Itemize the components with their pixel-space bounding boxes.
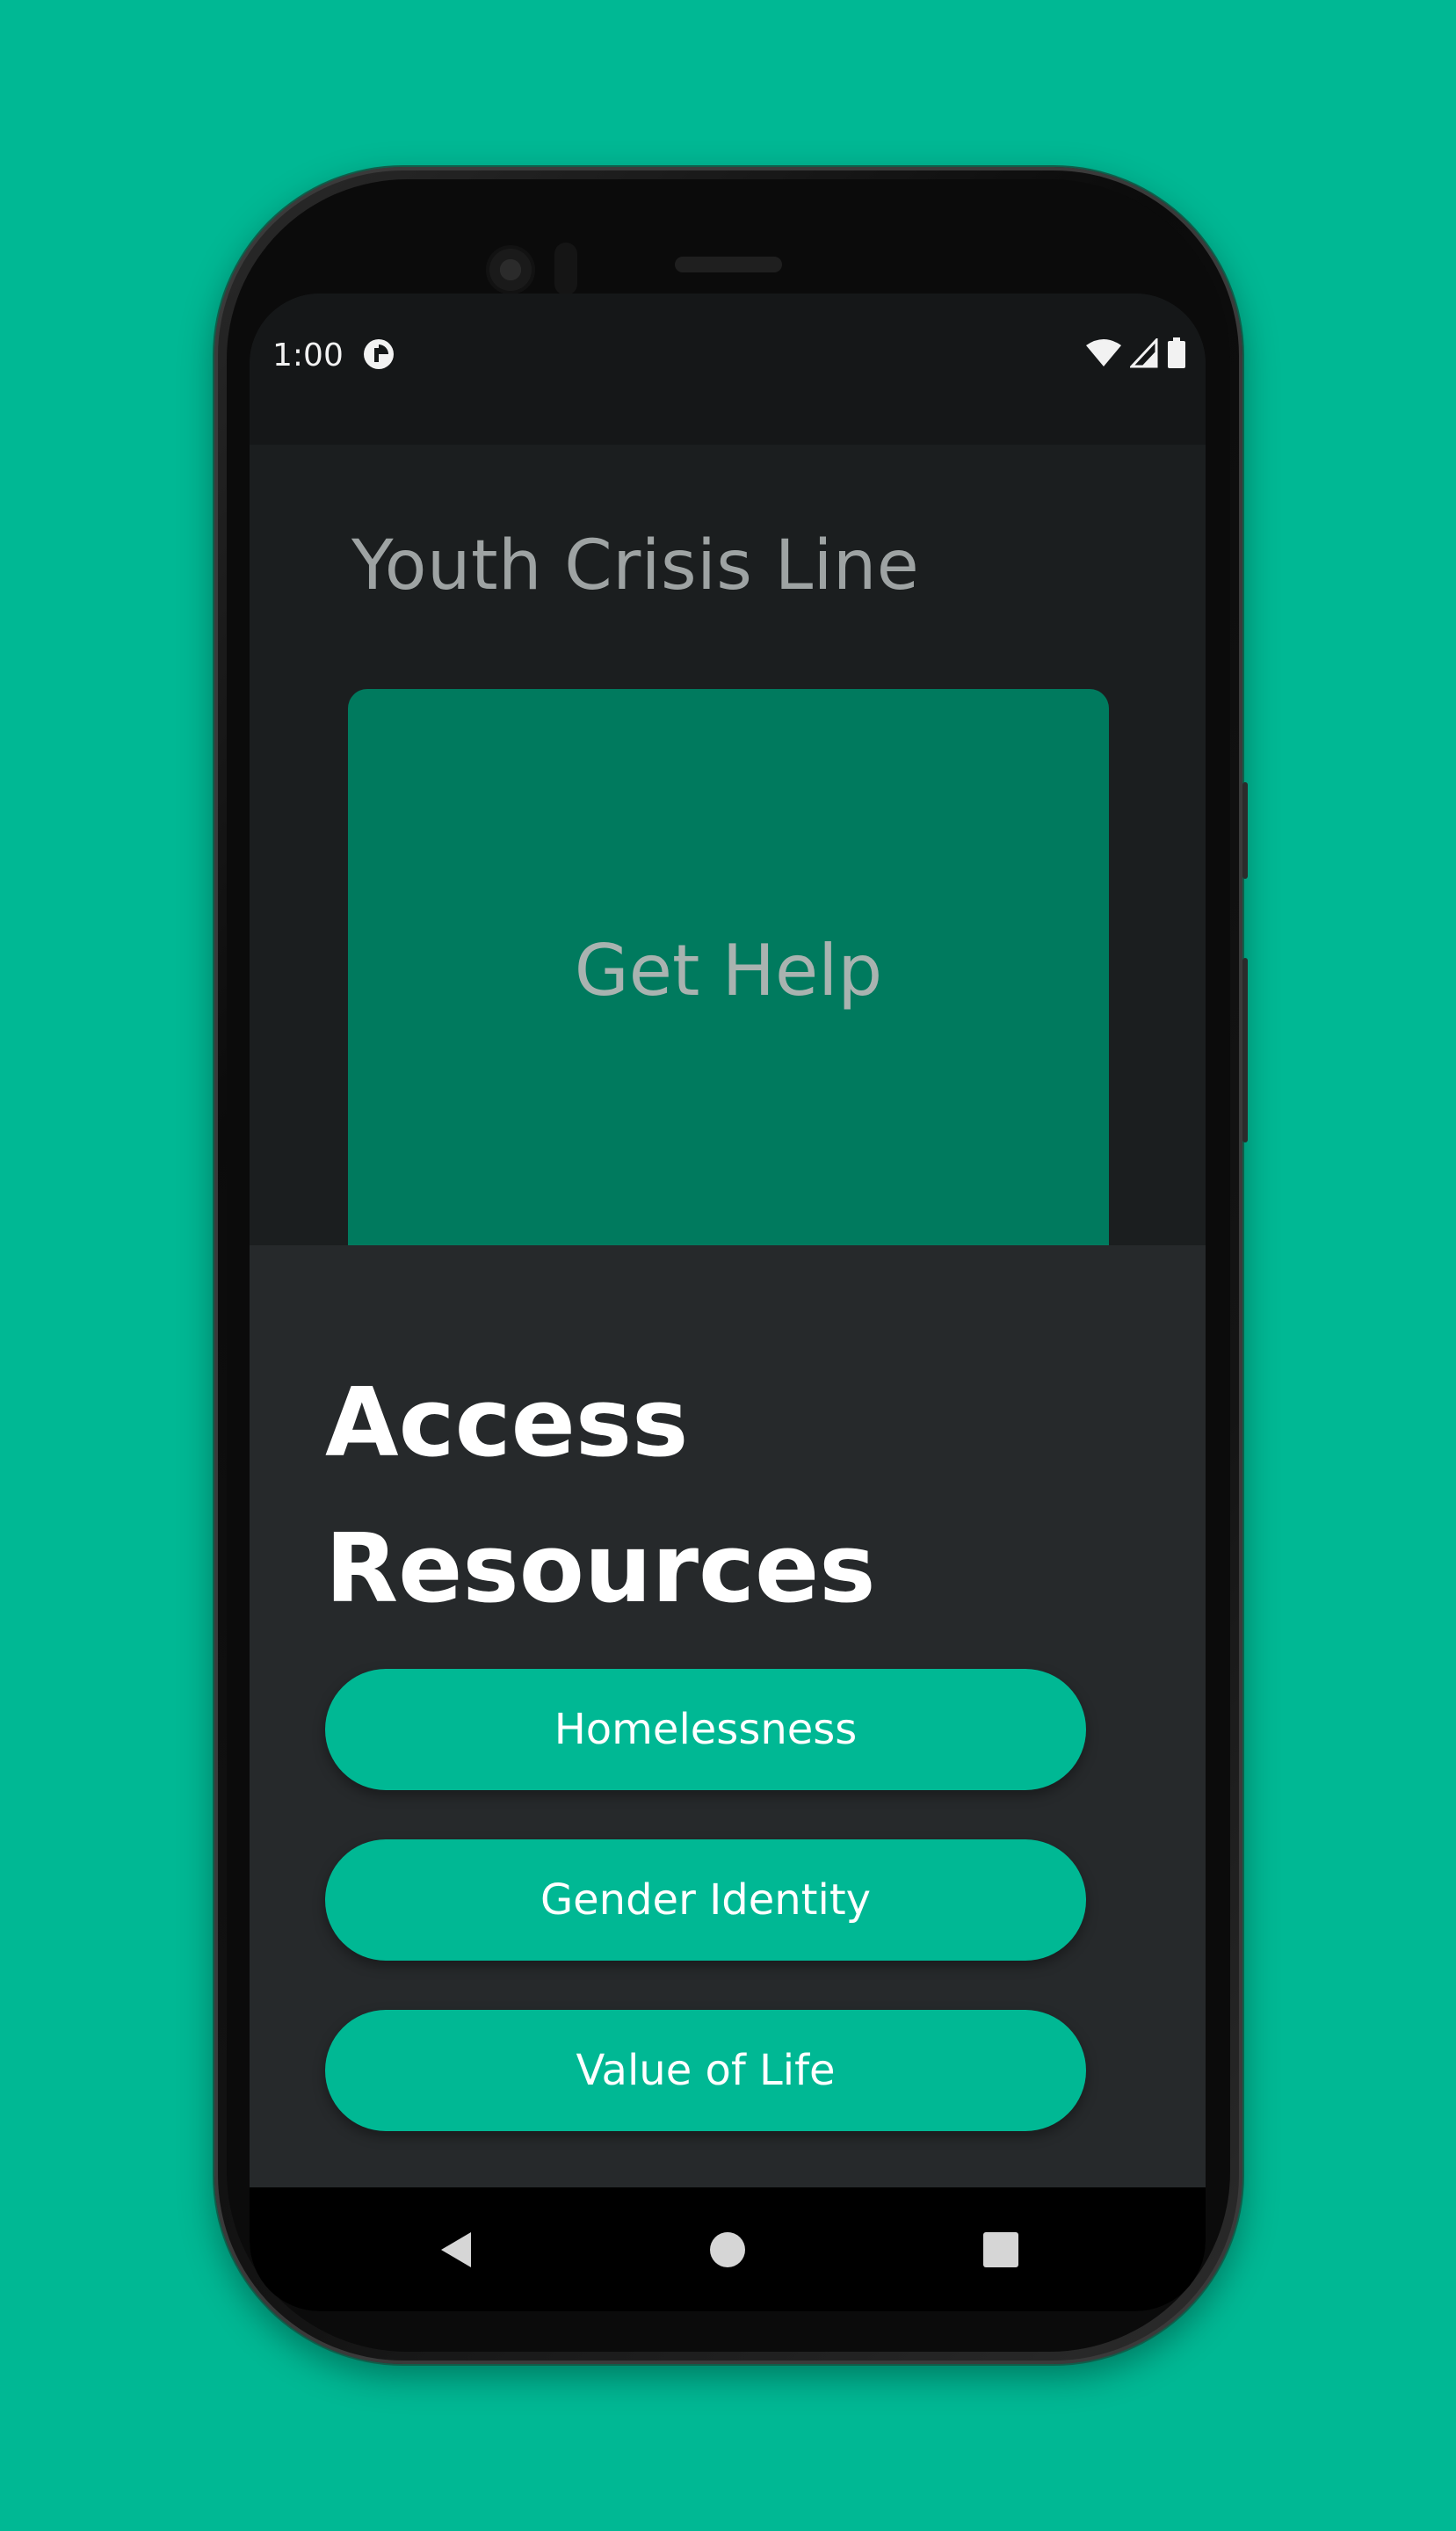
side-button-top — [1242, 782, 1248, 879]
value-of-life-label: Value of Life — [576, 2046, 836, 2095]
gender-identity-button[interactable]: Gender Identity — [325, 1839, 1086, 1961]
proximity-sensor — [554, 243, 577, 295]
navigation-bar — [250, 2187, 1206, 2311]
status-bar: 1:00 — [250, 294, 1206, 445]
status-time: 1:00 — [272, 337, 344, 373]
cell-signal-icon — [1130, 338, 1158, 368]
homelessness-label: Homelessness — [554, 1705, 858, 1754]
front-camera-icon — [486, 245, 535, 294]
earpiece-speaker — [675, 257, 782, 272]
recents-icon[interactable] — [975, 2224, 1026, 2275]
section-title-line2: Resources — [325, 1514, 876, 1624]
side-button-volume — [1242, 958, 1248, 1142]
homelessness-button[interactable]: Homelessness — [325, 1669, 1086, 1790]
home-icon[interactable] — [702, 2224, 753, 2275]
wifi-icon — [1086, 339, 1121, 366]
page-title: Youth Crisis Line — [351, 526, 920, 606]
get-help-label: Get Help — [574, 929, 883, 1012]
section-title-line1: Access — [325, 1368, 689, 1478]
phone-screen: 1:00 Youth Crisis Line Get Help Access R… — [250, 294, 1206, 2311]
battery-icon — [1168, 337, 1185, 368]
value-of-life-button[interactable]: Value of Life — [325, 2010, 1086, 2131]
get-help-button[interactable]: Get Help — [348, 689, 1109, 1251]
section-title: Access Resources — [325, 1351, 1028, 1643]
app-showcase-background: 1:00 Youth Crisis Line Get Help Access R… — [0, 0, 1456, 2531]
status-icons — [1086, 337, 1186, 369]
data-saver-icon — [364, 339, 394, 369]
resources-sheet: Access Resources Homelessness Gender Ide… — [250, 1245, 1206, 2187]
gender-identity-label: Gender Identity — [540, 1875, 872, 1925]
back-icon[interactable] — [431, 2224, 482, 2275]
